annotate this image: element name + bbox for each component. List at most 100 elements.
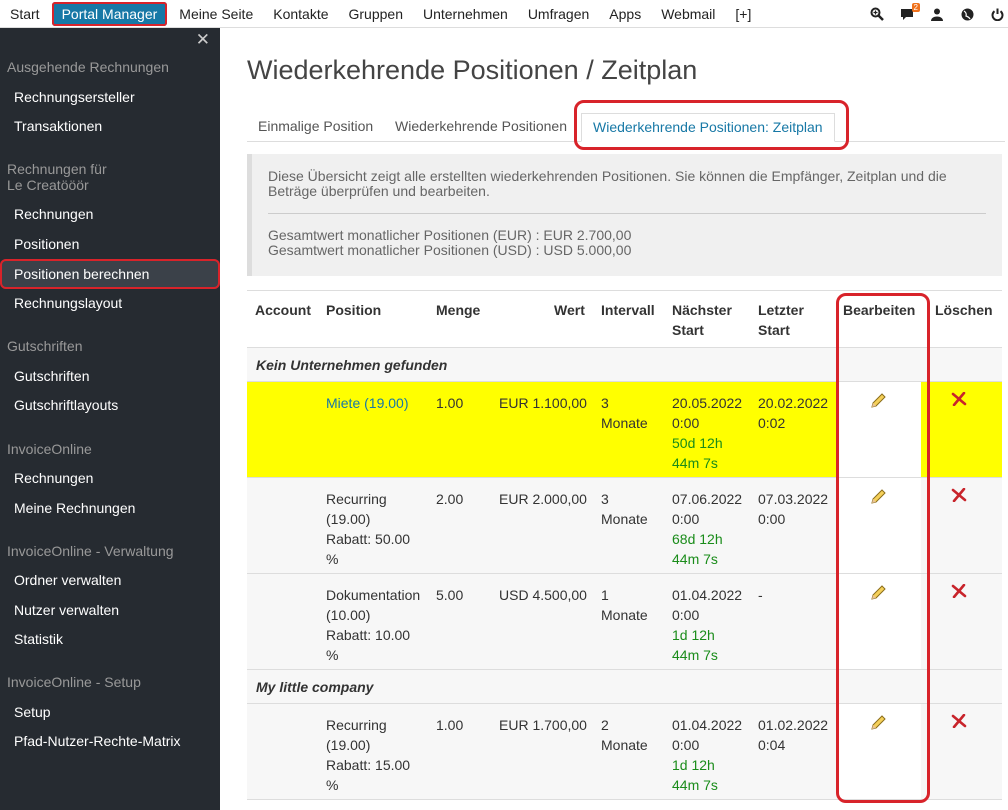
intervall-value: 1 [601, 587, 609, 603]
header-naechster-line1: Nächster [672, 302, 732, 318]
position-link[interactable]: Miete (19.00) [326, 393, 408, 413]
sidebar-item-setup[interactable]: Setup [0, 699, 220, 725]
nav-meine-seite[interactable]: Meine Seite [169, 0, 263, 28]
countdown-days: 1d 12h [672, 627, 715, 643]
sidebar-item-rechnungslayout[interactable]: Rechnungslayout [0, 290, 220, 316]
wert-cell: USD 4.500,00 [499, 587, 587, 603]
red-x-icon[interactable] [951, 714, 967, 728]
header-bearbeiten: Bearbeiten [843, 302, 916, 318]
next-date: 01.04.2022 [672, 587, 743, 603]
sidebar-item-meine-rechnungen[interactable]: Meine Rechnungen [0, 495, 220, 521]
next-time: 0:00 [672, 511, 700, 527]
sidebar-section-title: InvoiceOnline [7, 441, 92, 457]
power-icon[interactable] [986, 0, 1008, 28]
intervall-value: 2 [601, 717, 609, 733]
table-row: Recurring (19.00) Rabatt: 50.00% 2.00 EUR … [247, 478, 1002, 574]
position-cell: Dokumentation (10.00) Rabatt: 10.00% [326, 585, 420, 665]
last-date: 07.03.2022 [758, 491, 829, 507]
intervall-cell: 3 Monate [601, 489, 648, 529]
sidebar-item-nutzer-verwalten[interactable]: Nutzer verwalten [0, 597, 220, 623]
position-line: Rabatt: 10.00 [326, 627, 411, 643]
delete-cell [921, 382, 1002, 477]
sidebar-section-title: InvoiceOnline - Verwaltung [7, 543, 174, 559]
sidebar-item-io-rechnungen[interactable]: Rechnungen [0, 465, 220, 491]
group-row: My little company [247, 670, 1002, 704]
pencil-icon[interactable] [870, 392, 887, 409]
header-loeschen: Löschen [935, 302, 993, 318]
tab-wiederkehrende-positionen[interactable]: Wiederkehrende Positionen [384, 113, 578, 141]
info-box: Diese Übersicht zeigt alle erstellten wi… [247, 154, 1002, 276]
last-start-cell: 07.03.2022 0:00 [758, 489, 828, 529]
sidebar-section-title: Rechnungen für [7, 161, 107, 177]
nav-gruppen[interactable]: Gruppen [339, 0, 413, 28]
sidebar-item-pfad-nutzer-rechte-matrix[interactable]: Pfad-Nutzer-Rechte-Matrix [0, 728, 220, 754]
sidebar: ✕ Ausgehende Rechnungen Rechnungserstell… [0, 28, 220, 810]
globe-icon[interactable] [956, 0, 978, 28]
delete-cell [921, 478, 1002, 573]
pencil-icon[interactable] [870, 584, 887, 601]
nav-add-more[interactable]: [+] [725, 0, 761, 28]
position-line: Dokumentation [326, 587, 421, 603]
sidebar-item-transaktionen[interactable]: Transaktionen [0, 113, 220, 139]
last-date: 20.02.2022 [758, 395, 829, 411]
close-sidebar-icon[interactable]: ✕ [196, 30, 210, 50]
sidebar-item-rechnungsersteller[interactable]: Rechnungsersteller [0, 84, 220, 110]
last-date: - [758, 587, 763, 603]
tab-einmalige-position[interactable]: Einmalige Position [247, 113, 384, 141]
sidebar-item-positionen[interactable]: Positionen [0, 231, 220, 257]
nav-umfragen[interactable]: Umfragen [518, 0, 599, 28]
intervall-unit: Monate [601, 607, 648, 623]
pencil-icon[interactable] [870, 714, 887, 731]
intervall-cell: 1 Monate [601, 585, 648, 625]
countdown-mins: 44m 7s [672, 777, 718, 793]
sidebar-item-statistik[interactable]: Statistik [0, 626, 220, 652]
menge-cell: 2.00 [436, 491, 464, 507]
position-line: Recurring [326, 717, 387, 733]
sidebar-item-gutschriftlayouts[interactable]: Gutschriftlayouts [0, 392, 220, 418]
zoom-search-icon[interactable] [866, 0, 888, 28]
wert-cell: EUR 1.100,00 [499, 395, 587, 411]
countdown-mins: 44m 7s [672, 551, 718, 567]
sidebar-item-ordner-verwalten[interactable]: Ordner verwalten [0, 567, 220, 593]
nav-start[interactable]: Start [0, 0, 50, 28]
edit-cell [837, 382, 921, 477]
sidebar-item-positionen-berechnen[interactable]: Positionen berechnen [0, 259, 220, 289]
nav-webmail[interactable]: Webmail [651, 0, 725, 28]
countdown-days: 50d 12h [672, 435, 723, 451]
intervall-value: 3 [601, 491, 609, 507]
header-letzter-line1: Letzter [758, 302, 804, 318]
table-header: Account Position Menge Wert Intervall Nä… [247, 291, 1002, 348]
nav-kontakte[interactable]: Kontakte [263, 0, 338, 28]
position-line: Rabatt: 50.00 [326, 531, 411, 547]
last-start-cell: 20.02.2022 0:02 [758, 393, 828, 433]
chat-bubble-icon[interactable]: 2 [896, 0, 920, 28]
top-navigation: Start Portal Manager Meine Seite Kontakt… [0, 0, 1008, 28]
delete-cell [921, 574, 1002, 669]
position-line: (10.00) [326, 607, 371, 623]
position-cell: Recurring (19.00) Rabatt: 15.00% [326, 715, 410, 795]
top-right-icons: 2 [858, 0, 1008, 28]
nav-portal-manager[interactable]: Portal Manager [51, 1, 168, 26]
table-row: Recurring (19.00) Rabatt: 15.00% 1.00 EUR … [247, 704, 1002, 800]
pencil-icon[interactable] [870, 488, 887, 505]
header-letzter: Letzter Start [758, 300, 804, 340]
sidebar-section-title: InvoiceOnline - Setup [7, 674, 141, 690]
user-icon[interactable] [926, 0, 948, 28]
menge-cell: 5.00 [436, 587, 464, 603]
red-x-icon[interactable] [951, 392, 967, 406]
sidebar-item-rechnungen[interactable]: Rechnungen [0, 201, 220, 227]
header-intervall: Intervall [601, 302, 655, 318]
position-line: Rabatt: 15.00 [326, 757, 411, 773]
nav-apps[interactable]: Apps [599, 0, 651, 28]
intervall-unit: Monate [601, 737, 648, 753]
countdown-days: 1d 12h [672, 757, 715, 773]
red-x-icon[interactable] [951, 584, 967, 598]
sidebar-item-gutschriften[interactable]: Gutschriften [0, 363, 220, 389]
header-naechster: Nächster Start [672, 300, 732, 340]
red-x-icon[interactable] [951, 488, 967, 502]
tab-wiederkehrende-positionen-zeitplan[interactable]: Wiederkehrende Positionen: Zeitplan [581, 113, 835, 142]
edit-cell [837, 478, 921, 573]
schedule-table: Account Position Menge Wert Intervall Nä… [247, 290, 1002, 800]
next-time: 0:00 [672, 415, 700, 431]
nav-unternehmen[interactable]: Unternehmen [413, 0, 518, 28]
